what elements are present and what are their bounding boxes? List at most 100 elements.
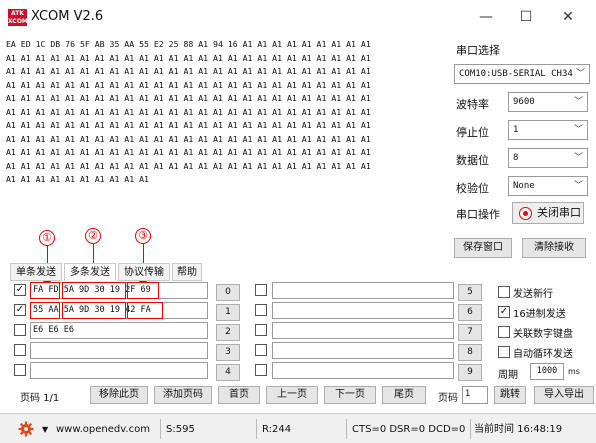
next-page-button[interactable]: 下一页 (324, 386, 376, 404)
stop-bits-value: 1 (513, 125, 519, 135)
period-label: 周期 (498, 370, 518, 381)
send-row-0-button[interactable]: 0 (216, 284, 240, 301)
receive-line: A1 A1 A1 A1 A1 A1 A1 A1 A1 A1 A1 A1 A1 A… (6, 66, 371, 76)
tab-multi-send[interactable]: 多条发送 (64, 263, 116, 281)
row-4-input[interactable] (30, 362, 208, 379)
annotation-1: ① (39, 230, 55, 246)
port-operation-label: 串口操作 (456, 208, 500, 221)
clear-receive-button[interactable]: 清除接收 (522, 238, 586, 258)
settings-gear-icon[interactable] (18, 421, 34, 437)
close-window-button[interactable]: ✕ (550, 6, 586, 28)
row-3-input[interactable] (30, 342, 208, 359)
add-page-button[interactable]: 添加页码 (154, 386, 212, 404)
dropdown-arrow-icon[interactable]: ▼ (42, 421, 48, 438)
receive-line: A1 A1 A1 A1 A1 A1 A1 A1 A1 A1 A1 A1 A1 A… (6, 120, 371, 130)
link-keyboard-checkbox[interactable] (498, 326, 510, 338)
chevron-down-icon: ﹀ (575, 69, 585, 79)
close-port-label: 关闭串口 (537, 206, 581, 219)
row-7-checkbox[interactable] (255, 324, 267, 336)
last-page-button[interactable]: 尾页 (382, 386, 426, 404)
goto-page-input[interactable]: 1 (462, 386, 488, 404)
chevron-down-icon: ﹀ (573, 181, 583, 191)
highlight-header-row1 (30, 302, 60, 319)
current-time: 当前时间 16:48:19 (474, 424, 563, 435)
send-row-3-button[interactable]: 3 (216, 344, 240, 361)
first-page-button[interactable]: 首页 (218, 386, 260, 404)
row-0-checkbox[interactable]: ✓ (14, 284, 26, 296)
row-5-checkbox[interactable] (255, 284, 267, 296)
receive-line: A1 A1 A1 A1 A1 A1 A1 A1 A1 A1 (6, 174, 149, 184)
send-row-7-button[interactable]: 7 (458, 324, 482, 341)
divider (470, 419, 471, 439)
receive-line: A1 A1 A1 A1 A1 A1 A1 A1 A1 A1 A1 A1 A1 A… (6, 79, 371, 90)
baud-label: 波特率 (456, 98, 489, 111)
send-row-9-button[interactable]: 9 (458, 364, 482, 381)
baud-value: 9600 (513, 97, 535, 107)
window-title: XCOM V2.6 (31, 9, 104, 24)
port-label: 串口选择 (456, 44, 500, 57)
save-window-button[interactable]: 保存窗口 (454, 238, 512, 258)
stop-bits-label: 停止位 (456, 126, 489, 139)
send-row-5-button[interactable]: 5 (458, 284, 482, 301)
row-3-checkbox[interactable] (14, 344, 26, 356)
row-4-checkbox[interactable] (14, 364, 26, 376)
row-2-checkbox[interactable] (14, 324, 26, 336)
receive-line: A1 A1 A1 A1 A1 A1 A1 A1 A1 A1 A1 A1 A1 A… (6, 133, 371, 144)
row-8-input[interactable] (272, 342, 454, 359)
tab-single-send[interactable]: 单条发送 (10, 263, 62, 281)
auto-loop-checkbox[interactable] (498, 346, 510, 358)
baud-select[interactable]: 9600 ﹀ (508, 92, 588, 112)
row-6-input[interactable] (272, 302, 454, 319)
receive-line: EA ED 1C DB 76 5F AB 35 AA 55 E2 25 88 A… (6, 39, 371, 49)
data-bits-select[interactable]: 8 ﹀ (508, 148, 588, 168)
row-6-checkbox[interactable] (255, 304, 267, 316)
close-port-button[interactable]: 关闭串口 (512, 202, 584, 224)
website-link[interactable]: www.openedv.com (56, 421, 150, 438)
row-5-input[interactable] (272, 282, 454, 299)
period-input[interactable]: 1000 (530, 363, 564, 380)
send-row-1-button[interactable]: 1 (216, 304, 240, 321)
receive-line: A1 A1 A1 A1 A1 A1 A1 A1 A1 A1 A1 A1 A1 A… (6, 52, 371, 63)
send-row-8-button[interactable]: 8 (458, 344, 482, 361)
port-select[interactable]: COM10:USB-SERIAL CH34 ﹀ (454, 64, 590, 84)
goto-page-label: 页码 (438, 393, 458, 404)
row-7-input[interactable] (272, 322, 454, 339)
divider (160, 419, 161, 439)
row-9-input[interactable] (272, 362, 454, 379)
link-keyboard-label: 关联数字键盘 (513, 329, 573, 340)
divider (346, 419, 347, 439)
page-indicator: 页码 1/1 (20, 393, 60, 404)
auto-loop-label: 自动循环发送 (513, 349, 573, 360)
hex-send-label: 16进制发送 (513, 309, 566, 320)
prev-page-button[interactable]: 上一页 (266, 386, 318, 404)
tab-help[interactable]: 帮助 (172, 263, 202, 281)
multi-send-panel: ✓ FA FD 5A 9D 30 19 2F 69 0 ✓ 55 AA 5A 9… (10, 280, 596, 384)
row-1-checkbox[interactable]: ✓ (14, 304, 26, 316)
send-row-4-button[interactable]: 4 (216, 364, 240, 381)
send-row-6-button[interactable]: 6 (458, 304, 482, 321)
send-row-2-button[interactable]: 2 (216, 324, 240, 341)
receive-text-area[interactable]: EA ED 1C DB 76 5F AB 35 AA 55 E2 25 88 A… (6, 38, 448, 258)
sent-count: S:595 (166, 424, 195, 435)
serial-settings-panel: 串口选择 COM10:USB-SERIAL CH34 ﹀ 波特率 9600 ﹀ … (452, 36, 594, 266)
row-9-checkbox[interactable] (255, 364, 267, 376)
parity-value: None (513, 181, 535, 191)
received-count: R:244 (262, 424, 292, 435)
send-newline-checkbox[interactable] (498, 286, 510, 298)
import-export-button[interactable]: 导入导出 (534, 386, 594, 404)
jump-button[interactable]: 跳转 (494, 386, 526, 404)
parity-select[interactable]: None ﹀ (508, 176, 588, 196)
paging-row: 页码 1/1 移除此页 添加页码 首页 上一页 下一页 尾页 页码 1 跳转 导… (0, 385, 596, 407)
send-newline-label: 发送新行 (513, 289, 553, 300)
row-2-input[interactable]: E6 E6 E6 (30, 322, 208, 339)
port-open-indicator-icon (519, 207, 532, 220)
remove-page-button[interactable]: 移除此页 (90, 386, 148, 404)
chevron-down-icon: ﹀ (573, 153, 583, 163)
minimize-button[interactable]: — (468, 6, 504, 28)
row-8-checkbox[interactable] (255, 344, 267, 356)
hex-send-checkbox[interactable]: ✓ (498, 306, 510, 318)
tab-protocol[interactable]: 协议传输 (118, 263, 170, 281)
maximize-button[interactable]: ☐ (508, 6, 544, 28)
stop-bits-select[interactable]: 1 ﹀ (508, 120, 588, 140)
highlight-payload-row1 (62, 302, 126, 319)
